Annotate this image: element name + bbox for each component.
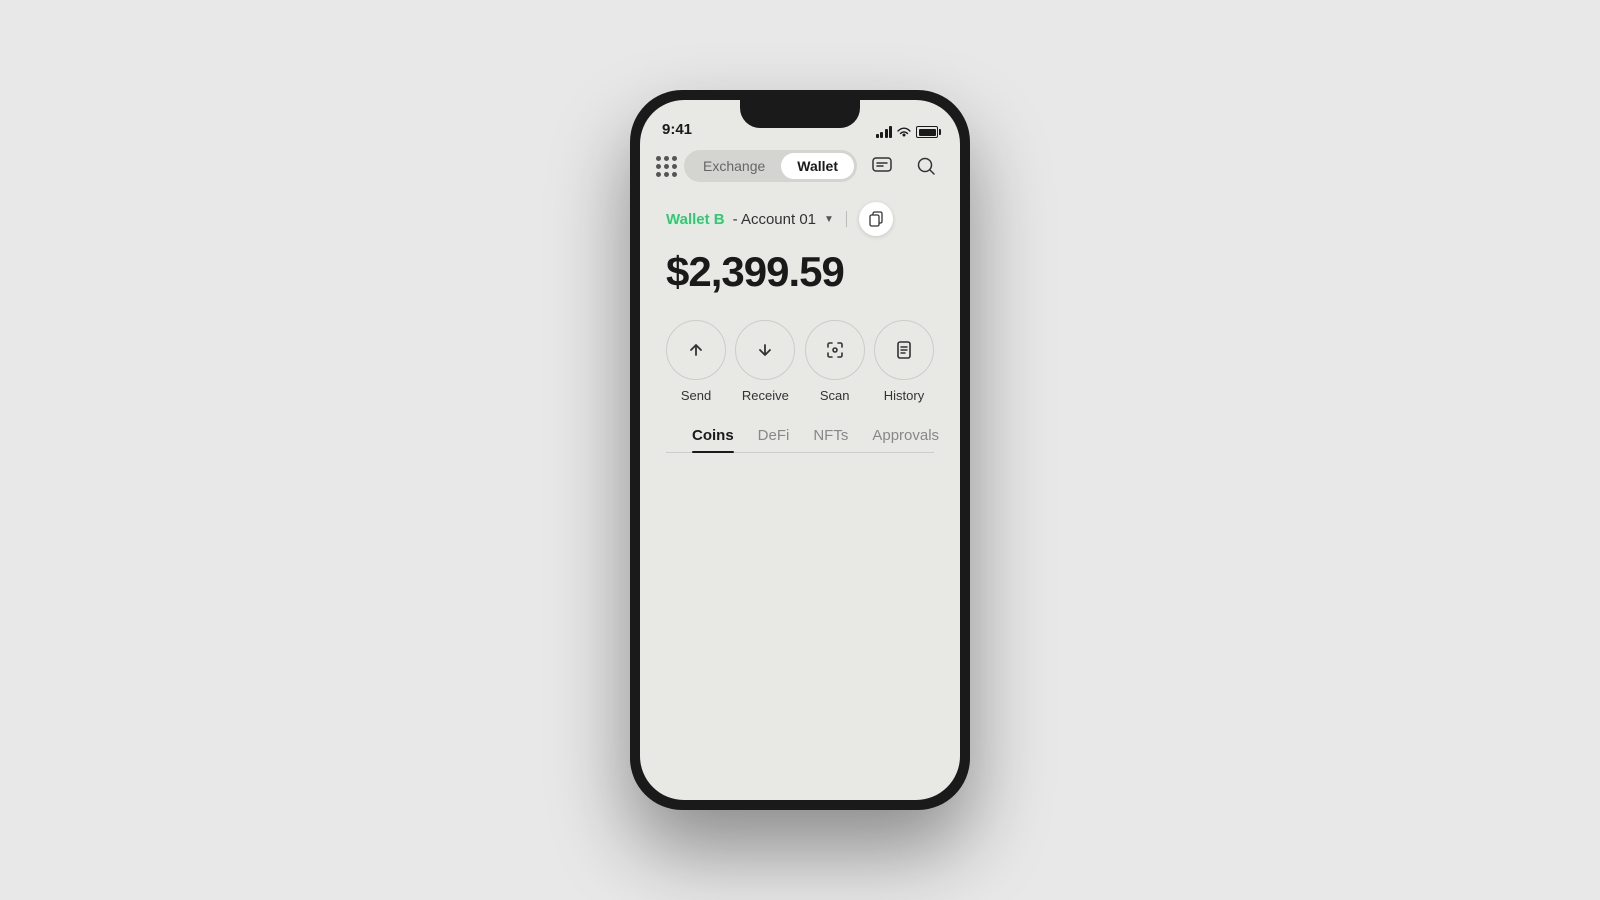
receive-action[interactable]: Receive (735, 320, 795, 403)
send-action[interactable]: Send (666, 320, 726, 403)
scan-button-circle (805, 320, 865, 380)
send-label: Send (681, 388, 711, 403)
grid-dot (664, 156, 669, 161)
notch (740, 100, 860, 128)
copy-address-button[interactable] (859, 202, 893, 236)
status-icons (876, 126, 939, 138)
grid-dot (672, 164, 677, 169)
header-nav: Exchange Wallet (640, 144, 960, 192)
history-label: History (884, 388, 924, 403)
tab-switcher: Exchange Wallet (684, 150, 857, 182)
signal-bar-4 (889, 126, 892, 138)
signal-icon (876, 126, 893, 138)
phone-device: 9:41 (630, 90, 970, 810)
battery-icon (916, 126, 938, 138)
grid-menu-icon[interactable] (656, 156, 677, 177)
receive-label: Receive (742, 388, 789, 403)
wallet-name: Wallet B (666, 211, 725, 228)
scan-action[interactable]: Scan (805, 320, 865, 403)
history-button-circle (874, 320, 934, 380)
tab-coins[interactable]: Coins (692, 427, 734, 452)
tab-defi[interactable]: DeFi (758, 427, 790, 452)
grid-dot (664, 172, 669, 177)
header-actions (864, 148, 944, 184)
content-tabs: Coins DeFi NFTs Approvals (666, 427, 934, 453)
grid-dot (656, 172, 661, 177)
dropdown-arrow-icon[interactable]: ▼ (824, 214, 834, 225)
receive-button-circle (735, 320, 795, 380)
grid-dot (656, 156, 661, 161)
balance-amount: $2,399.59 (666, 248, 934, 296)
account-name-label: - Account 01 (733, 211, 816, 228)
account-row: Wallet B - Account 01 ▼ (666, 202, 934, 236)
search-button[interactable] (908, 148, 944, 184)
status-time: 9:41 (662, 121, 692, 138)
battery-fill (919, 129, 936, 136)
signal-bar-1 (876, 134, 879, 138)
phone-screen: 9:41 (640, 100, 960, 800)
send-button-circle (666, 320, 726, 380)
signal-bar-2 (880, 132, 883, 138)
grid-dot (656, 164, 661, 169)
signal-bar-3 (885, 129, 888, 138)
grid-dot (664, 164, 669, 169)
history-action[interactable]: History (874, 320, 934, 403)
wifi-icon (897, 127, 911, 138)
separator (846, 211, 847, 227)
grid-dot (672, 156, 677, 161)
grid-dot (672, 172, 677, 177)
messages-button[interactable] (864, 148, 900, 184)
tab-approvals[interactable]: Approvals (872, 427, 939, 452)
action-buttons: Send Receive (666, 320, 934, 403)
wallet-tab[interactable]: Wallet (781, 153, 854, 179)
scan-label: Scan (820, 388, 850, 403)
exchange-tab[interactable]: Exchange (687, 153, 781, 179)
wallet-content: Wallet B - Account 01 ▼ $2,399.59 (640, 192, 960, 800)
tab-nfts[interactable]: NFTs (813, 427, 848, 452)
